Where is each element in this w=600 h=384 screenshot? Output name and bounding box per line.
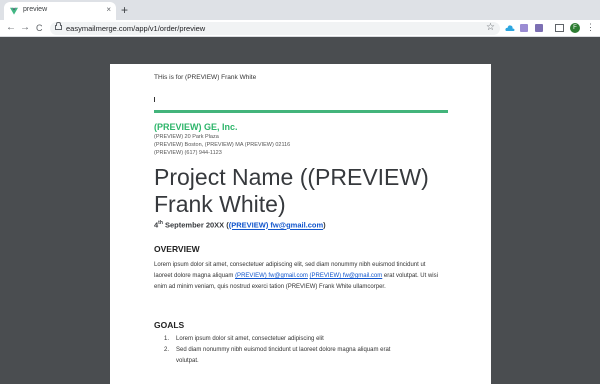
email-link[interactable]: (PREVIEW) fw@gmail.com [229, 221, 323, 230]
text-cursor [154, 97, 155, 102]
address-line: (PREVIEW) Boston, (PREVIEW) MA (PREVIEW)… [154, 142, 291, 148]
email-link[interactable]: (PREVIEW) fw@gmail.com [235, 273, 308, 279]
date-line: 4th September 20XX ((PREVIEW) fw@gmail.c… [154, 220, 326, 230]
cloud-extension-icon[interactable] [505, 23, 515, 33]
goal-number: 1. [164, 336, 170, 342]
company-name: (PREVIEW) GE, Inc. [154, 122, 238, 132]
goals-heading: GOALS [154, 320, 185, 330]
vue-favicon [10, 7, 18, 15]
title-line: Frank White) [154, 191, 286, 217]
goal-number: 2. [164, 347, 170, 353]
back-button[interactable]: ← [6, 22, 16, 34]
extension-icon[interactable] [520, 24, 528, 32]
page-title: Project Name ((PREVIEW) Frank White) [154, 164, 429, 218]
tab-title: preview [23, 6, 48, 13]
date-text: September 20XX ( [162, 220, 229, 230]
cast-icon[interactable] [555, 24, 564, 32]
title-line: Project Name ((PREVIEW) [154, 164, 429, 190]
avatar[interactable]: F [570, 23, 580, 33]
green-rule [154, 110, 448, 113]
goal-text: Sed diam nonummy nibh euismod tincidunt … [176, 347, 391, 353]
url-text[interactable]: easymailmerge.com/app/v1/order/preview [66, 23, 205, 34]
email-link[interactable]: (PREVIEW) fw@gmail.com [310, 273, 383, 279]
tab-close-icon[interactable]: × [106, 5, 111, 14]
address-line: (PREVIEW) 20 Park Plaza [154, 134, 219, 140]
document-page: THis is for (PREVIEW) Frank White (PREVI… [110, 64, 491, 384]
header-line: THis is for (PREVIEW) Frank White [154, 74, 257, 81]
goal-text: Lorem ipsum dolor sit amet, consectetuer… [176, 336, 324, 342]
overview-heading: OVERVIEW [154, 244, 200, 254]
bookmark-star-icon[interactable]: ☆ [486, 22, 495, 33]
menu-icon[interactable]: ⋮ [586, 22, 595, 33]
overview-paragraph: Lorem ipsum dolor sit amet, consectetuer… [154, 260, 444, 293]
new-tab-button[interactable]: + [121, 2, 128, 18]
tab-strip: preview × + [0, 0, 600, 20]
date-close: ) [323, 220, 326, 230]
reload-button[interactable]: C [36, 22, 43, 34]
lock-icon [55, 22, 62, 30]
address-bar[interactable]: easymailmerge.com/app/v1/order/preview [50, 22, 500, 35]
tab-preview[interactable]: preview × [4, 2, 116, 20]
extension-icon[interactable] [535, 24, 543, 32]
forward-button[interactable]: → [20, 22, 30, 34]
address-line: (PREVIEW) (617) 944-1123 [154, 150, 222, 156]
goal-text: volutpat. [176, 358, 199, 364]
